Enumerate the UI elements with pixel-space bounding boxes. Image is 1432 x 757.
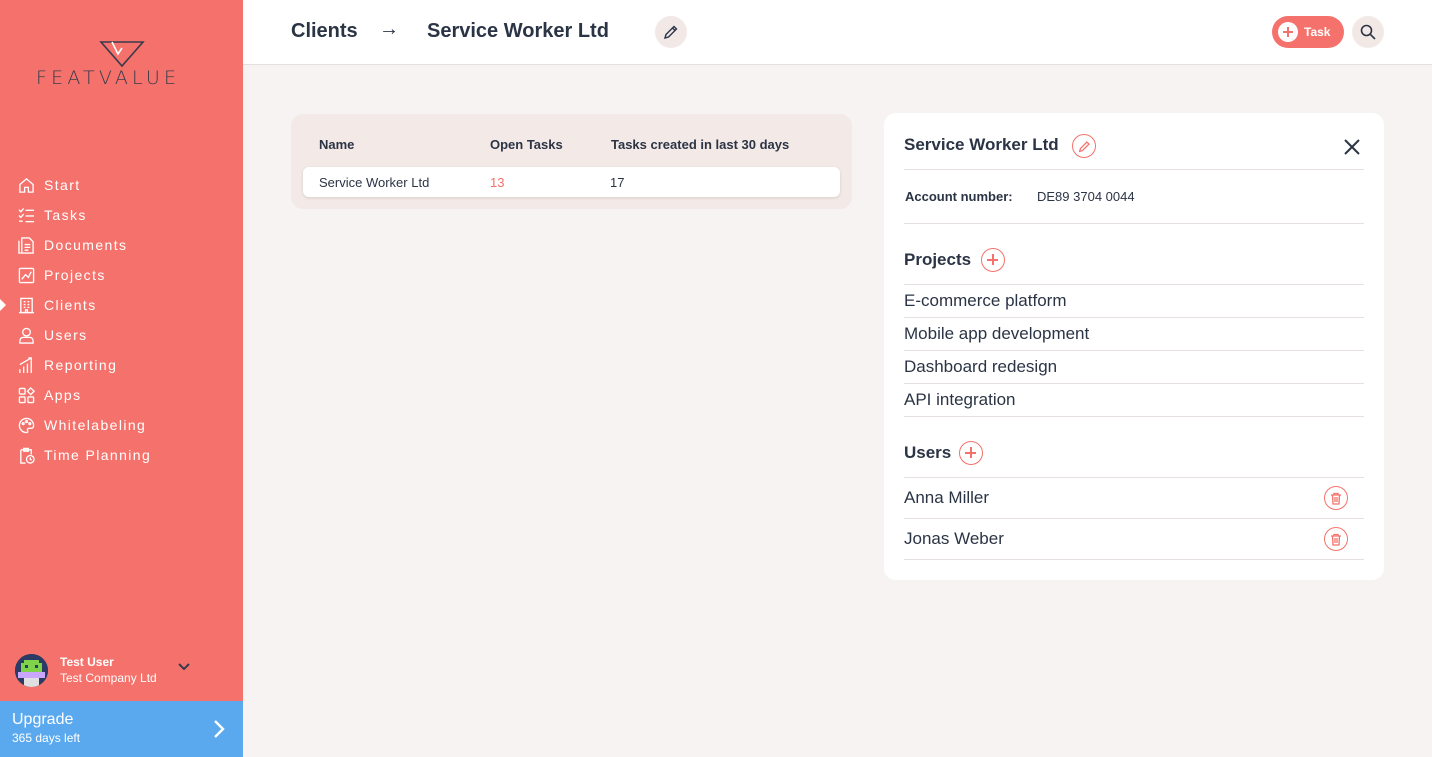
add-task-label: Task (1304, 25, 1331, 39)
cell-tasks-30-days: 17 (610, 175, 625, 190)
detail-edit-button[interactable] (1072, 134, 1096, 158)
add-project-button[interactable] (981, 248, 1005, 272)
time-planning-icon (17, 446, 35, 464)
apps-icon (17, 386, 35, 404)
cell-client-name: Service Worker Ltd (319, 175, 430, 190)
sidebar-item-label: Tasks (44, 207, 87, 223)
divider (904, 223, 1364, 224)
sidebar-item-documents[interactable]: Documents (0, 230, 243, 260)
sidebar-item-label: Users (44, 327, 88, 343)
sidebar-item-label: Apps (44, 387, 82, 403)
divider (904, 518, 1364, 519)
detail-title: Service Worker Ltd (904, 135, 1059, 154)
sidebar-item-whitelabeling[interactable]: Whitelabeling (0, 410, 243, 440)
projects-section-title: Projects (904, 250, 972, 269)
add-user-button[interactable] (959, 441, 983, 465)
sidebar-item-reporting[interactable]: Reporting (0, 350, 243, 380)
plus-icon (1278, 22, 1298, 42)
logo[interactable]: FEATVALUE (36, 40, 208, 92)
users-section-title: Users (904, 443, 952, 462)
breadcrumb-arrow: → (379, 18, 399, 40)
column-header-tasks-30-days[interactable]: Tasks created in last 30 days (611, 137, 789, 152)
sidebar-item-label: Whitelabeling (44, 417, 147, 433)
sidebar-item-label: Documents (44, 237, 128, 253)
sidebar-item-tasks[interactable]: Tasks (0, 200, 243, 230)
upgrade-days-left: 365 days left (12, 731, 81, 745)
user-company: Test Company Ltd (60, 671, 157, 685)
account-number-value: DE89 3704 0044 (1037, 189, 1135, 204)
project-item[interactable]: Mobile app development (904, 324, 1364, 344)
sidebar-item-label: Time Planning (44, 447, 152, 463)
trash-icon (1331, 533, 1341, 546)
sidebar-item-label: Clients (44, 297, 97, 313)
logo-mark-icon (99, 41, 145, 68)
sidebar-nav: Start Tasks Documents Projects Clients U… (0, 170, 243, 470)
clients-icon (17, 296, 35, 314)
logo-text: FEATVALUE (36, 67, 181, 89)
sidebar-item-users[interactable]: Users (0, 320, 243, 350)
sidebar-item-clients[interactable]: Clients (0, 290, 243, 320)
sidebar-item-apps[interactable]: Apps (0, 380, 243, 410)
chevron-down-icon[interactable] (177, 660, 191, 674)
edit-client-button[interactable] (655, 16, 687, 48)
sidebar-item-time-planning[interactable]: Time Planning (0, 440, 243, 470)
divider (904, 284, 1364, 285)
remove-user-button[interactable] (1324, 486, 1348, 510)
divider (904, 350, 1364, 351)
sidebar-item-projects[interactable]: Projects (0, 260, 243, 290)
avatar (15, 653, 48, 687)
sidebar-item-label: Projects (44, 267, 106, 283)
divider (904, 169, 1364, 170)
project-item[interactable]: Dashboard redesign (904, 357, 1364, 377)
project-item[interactable]: E-commerce platform (904, 291, 1364, 311)
top-bar: Clients → Service Worker Ltd Task (243, 0, 1432, 65)
search-icon (1360, 24, 1376, 40)
search-button[interactable] (1352, 16, 1384, 48)
add-task-button[interactable]: Task (1272, 16, 1344, 48)
remove-user-button[interactable] (1324, 527, 1348, 551)
page-title: Service Worker Ltd (427, 20, 609, 42)
upgrade-button[interactable]: Upgrade 365 days left (0, 701, 243, 757)
divider (904, 477, 1364, 478)
column-header-name[interactable]: Name (319, 137, 354, 152)
client-detail-panel: Service Worker Ltd Account number: DE89 … (884, 113, 1384, 580)
user-info: Test User Test Company Ltd (60, 654, 157, 686)
sidebar: FEATVALUE Start Tasks Documents Projects (0, 0, 243, 757)
column-header-open-tasks[interactable]: Open Tasks (490, 137, 563, 152)
palette-icon (17, 416, 35, 434)
divider (904, 383, 1364, 384)
user-item[interactable]: Anna Miller (904, 488, 1364, 508)
user-menu[interactable]: Test User Test Company Ltd (15, 652, 230, 688)
user-item[interactable]: Jonas Weber (904, 529, 1364, 549)
tasks-icon (17, 206, 35, 224)
divider (904, 559, 1364, 560)
documents-icon (17, 236, 35, 254)
user-icon (17, 326, 35, 344)
reporting-icon (17, 356, 35, 374)
breadcrumb-clients[interactable]: Clients (291, 20, 358, 43)
sidebar-item-label: Reporting (44, 357, 118, 373)
divider (904, 416, 1364, 417)
clients-table: Name Open Tasks Tasks created in last 30… (291, 114, 852, 209)
divider (904, 317, 1364, 318)
cell-open-tasks: 13 (490, 175, 505, 190)
close-icon[interactable] (1340, 135, 1364, 159)
sidebar-item-label: Start (44, 177, 81, 193)
chevron-right-icon (214, 720, 225, 738)
projects-icon (17, 266, 35, 284)
trash-icon (1331, 492, 1341, 505)
sidebar-item-start[interactable]: Start (0, 170, 243, 200)
upgrade-title: Upgrade (12, 711, 74, 728)
account-number-label: Account number: (905, 189, 1013, 204)
pencil-icon (663, 25, 678, 40)
table-row[interactable]: Service Worker Ltd 13 17 (303, 167, 840, 197)
home-icon (17, 176, 35, 194)
pencil-icon (1078, 140, 1090, 152)
user-name: Test User (60, 655, 114, 669)
project-item[interactable]: API integration (904, 390, 1364, 410)
